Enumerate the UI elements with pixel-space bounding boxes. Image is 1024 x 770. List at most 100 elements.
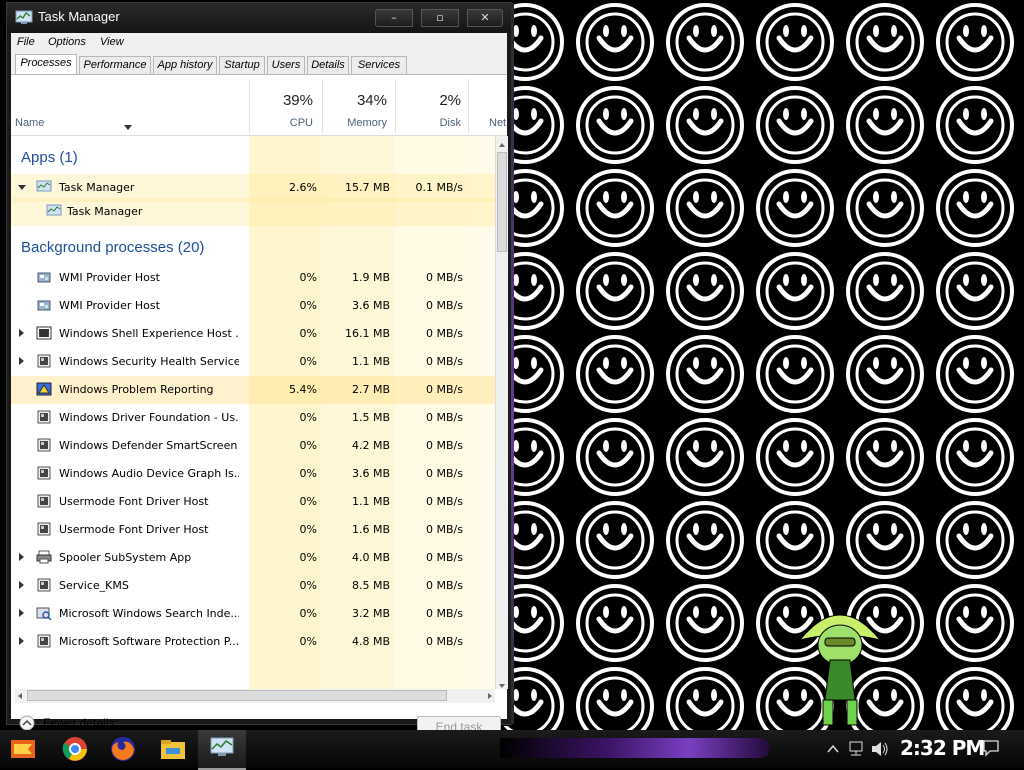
process-memory: 4.0 MB xyxy=(351,551,390,564)
table-row[interactable]: Task Manager xyxy=(11,198,495,226)
column-cpu-header[interactable]: CPU xyxy=(261,117,313,129)
column-separator[interactable] xyxy=(395,79,396,133)
menu-view[interactable]: View xyxy=(100,36,124,48)
firefox-icon[interactable] xyxy=(108,734,138,764)
chevron-up-icon[interactable] xyxy=(826,742,840,756)
taskbar-clock[interactable]: 2:32 PM xyxy=(900,736,985,760)
wmi-icon xyxy=(37,272,51,283)
table-row[interactable]: Microsoft Windows Search Inde... 0% 3.2 MB… xyxy=(11,600,495,628)
process-cpu: 0% xyxy=(299,523,317,536)
process-name: Windows Driver Foundation - Us... xyxy=(59,411,239,424)
taskbar-accent-stripe xyxy=(500,738,770,758)
window-client-area: File Options View Processes Performance … xyxy=(11,33,508,740)
file-explorer-icon[interactable] xyxy=(158,734,188,764)
smiley-face-icon xyxy=(666,252,744,330)
expand-arrow-icon[interactable] xyxy=(19,609,24,617)
column-disk-header[interactable]: Disk xyxy=(409,117,461,129)
table-row[interactable]: Windows Shell Experience Host ... 0% 16.1 … xyxy=(11,320,495,348)
service-icon xyxy=(37,522,51,536)
column-name-header[interactable]: Name xyxy=(15,117,44,129)
tab-processes[interactable]: Processes xyxy=(15,54,77,75)
chevron-up-icon xyxy=(19,715,35,731)
service-icon xyxy=(37,354,51,368)
tab-details[interactable]: Details xyxy=(307,56,349,74)
scroll-right-arrow-icon[interactable] xyxy=(485,690,495,702)
tab-services[interactable]: Services xyxy=(351,56,407,74)
column-header: Name 39% CPU 34% Memory 2% Disk Net xyxy=(11,75,507,136)
tab-users[interactable]: Users xyxy=(267,56,305,74)
volume-icon[interactable] xyxy=(870,740,890,758)
network-icon[interactable] xyxy=(848,740,864,758)
process-memory: 1.9 MB xyxy=(351,271,390,284)
sort-arrow-icon[interactable] xyxy=(124,125,132,130)
menu-file[interactable]: File xyxy=(17,36,35,48)
collapse-arrow-icon[interactable] xyxy=(18,185,26,190)
task-manager-icon xyxy=(36,180,52,192)
smiley-face-icon xyxy=(576,169,654,247)
process-name: WMI Provider Host xyxy=(59,299,160,312)
horizontal-scrollbar[interactable] xyxy=(15,689,495,703)
taskbar xyxy=(0,730,1024,770)
chrome-icon[interactable] xyxy=(60,734,90,764)
expand-arrow-icon[interactable] xyxy=(19,581,24,589)
process-name: WMI Provider Host xyxy=(59,271,160,284)
minimize-button[interactable]: – xyxy=(375,9,413,27)
scroll-thumb[interactable] xyxy=(497,152,507,252)
menu-options[interactable]: Options xyxy=(48,36,86,48)
process-disk: 0 MB/s xyxy=(426,523,463,536)
smiley-face-icon xyxy=(936,335,1014,413)
column-separator[interactable] xyxy=(468,79,469,133)
horizontal-scroll-thumb[interactable] xyxy=(27,690,447,701)
table-row[interactable]: WMI Provider Host 0% 1.9 MB 0 MB/s xyxy=(11,264,495,292)
tab-performance[interactable]: Performance xyxy=(79,56,151,74)
vertical-scrollbar[interactable] xyxy=(495,136,508,689)
title-bar[interactable]: Task Manager – ▫ ✕ xyxy=(7,3,511,33)
start-icon[interactable] xyxy=(8,734,38,764)
table-row[interactable]: Spooler SubSystem App 0% 4.0 MB 0 MB/s xyxy=(11,544,495,572)
table-row[interactable]: Windows Security Health Service 0% 1.1 MB 0… xyxy=(11,348,495,376)
scroll-left-arrow-icon[interactable] xyxy=(15,690,25,702)
table-row[interactable]: Windows Defender SmartScreen 0% 4.2 MB 0 MB… xyxy=(11,432,495,460)
process-cpu: 0% xyxy=(299,411,317,424)
process-disk: 0 MB/s xyxy=(426,495,463,508)
smiley-face-icon xyxy=(756,252,834,330)
process-memory: 1.5 MB xyxy=(351,411,390,424)
expand-arrow-icon[interactable] xyxy=(19,637,24,645)
process-memory: 3.6 MB xyxy=(351,467,390,480)
table-row[interactable]: Usermode Font Driver Host 0% 1.1 MB 0 MB/s xyxy=(11,488,495,516)
table-row[interactable]: Service_KMS 0% 8.5 MB 0 MB/s xyxy=(11,572,495,600)
process-cpu: 0% xyxy=(299,467,317,480)
close-button[interactable]: ✕ xyxy=(467,9,503,27)
smiley-face-icon xyxy=(846,252,924,330)
smiley-face-icon xyxy=(666,86,744,164)
service-icon xyxy=(37,466,51,480)
process-disk: 0 MB/s xyxy=(426,355,463,368)
table-row[interactable]: Windows Driver Foundation - Us... 0% 1.5 M… xyxy=(11,404,495,432)
tab-startup[interactable]: Startup xyxy=(219,56,265,74)
expand-arrow-icon[interactable] xyxy=(19,329,24,337)
process-cpu: 0% xyxy=(299,271,317,284)
scroll-up-arrow-icon[interactable] xyxy=(497,136,507,148)
table-row[interactable]: Windows Audio Device Graph Is... 0% 3.6 MB… xyxy=(11,460,495,488)
smiley-face-icon xyxy=(666,584,744,662)
table-row[interactable]: Microsoft Software Protection P... 0% 4.8 … xyxy=(11,628,495,656)
smiley-face-icon xyxy=(756,418,834,496)
process-disk: 0 MB/s xyxy=(426,383,463,396)
column-separator[interactable] xyxy=(322,79,323,133)
tab-app-history[interactable]: App history xyxy=(153,56,217,74)
expand-arrow-icon[interactable] xyxy=(19,553,24,561)
table-row[interactable]: Windows Problem Reporting 5.4% 2.7 MB 0 MB/… xyxy=(11,376,495,404)
taskbar-active-app[interactable] xyxy=(198,730,246,770)
column-separator[interactable] xyxy=(249,79,250,133)
table-row[interactable]: WMI Provider Host 0% 3.6 MB 0 MB/s xyxy=(11,292,495,320)
smiley-face-icon xyxy=(936,501,1014,579)
process-disk: 0 MB/s xyxy=(426,299,463,312)
process-memory: 16.1 MB xyxy=(344,327,390,340)
column-network-header[interactable]: Net xyxy=(489,117,506,129)
column-memory-header[interactable]: Memory xyxy=(331,117,387,129)
notification-icon[interactable] xyxy=(982,739,1000,757)
table-row[interactable]: Usermode Font Driver Host 0% 1.6 MB 0 MB/s xyxy=(11,516,495,544)
maximize-button[interactable]: ▫ xyxy=(421,9,459,27)
scroll-down-arrow-icon[interactable] xyxy=(497,677,507,689)
expand-arrow-icon[interactable] xyxy=(19,357,24,365)
